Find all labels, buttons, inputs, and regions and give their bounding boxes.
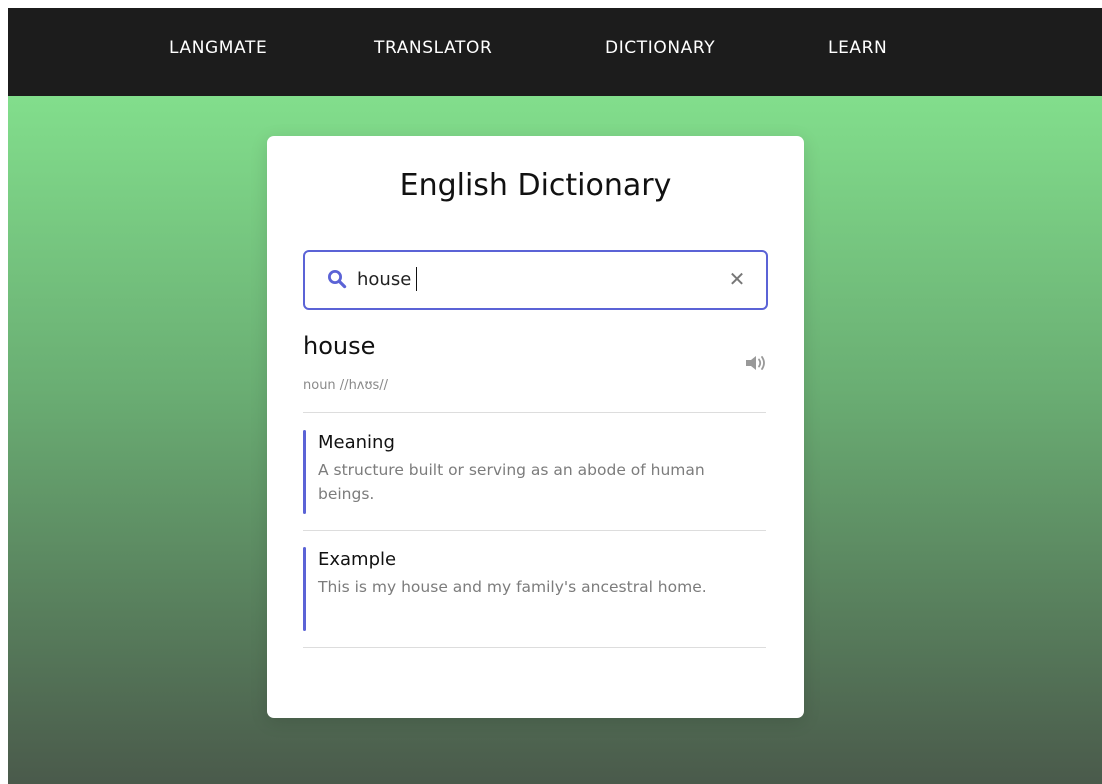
search-input[interactable] [357, 266, 717, 292]
search-icon [328, 270, 347, 289]
dictionary-card: English Dictionary ✕ house noun //hʌʊs//… [267, 136, 804, 718]
nav-item-learn[interactable]: LEARN [828, 38, 887, 58]
divider [303, 647, 766, 648]
page-background: LANGMATE TRANSLATOR DICTIONARY LEARN Eng… [8, 8, 1102, 784]
example-text: This is my house and my family's ancestr… [318, 578, 707, 596]
top-navbar: LANGMATE TRANSLATOR DICTIONARY LEARN [8, 8, 1102, 96]
text-caret [416, 267, 417, 291]
meaning-title: Meaning [318, 432, 395, 453]
divider [303, 412, 766, 413]
meaning-text: A structure built or serving as an abode… [318, 461, 705, 503]
close-icon[interactable]: ✕ [726, 268, 748, 290]
nav-item-translator[interactable]: TRANSLATOR [374, 38, 492, 58]
search-box[interactable]: ✕ [303, 250, 768, 310]
entry-phonetic: noun //hʌʊs// [303, 378, 389, 393]
nav-item-langmate[interactable]: LANGMATE [169, 38, 267, 58]
accent-bar [303, 547, 306, 631]
speaker-icon[interactable] [742, 352, 770, 374]
entry-word: house [303, 332, 376, 360]
example-title: Example [318, 549, 397, 570]
accent-bar [303, 430, 306, 514]
page-title: English Dictionary [399, 168, 672, 203]
nav-item-dictionary[interactable]: DICTIONARY [605, 38, 715, 58]
divider [303, 530, 766, 531]
